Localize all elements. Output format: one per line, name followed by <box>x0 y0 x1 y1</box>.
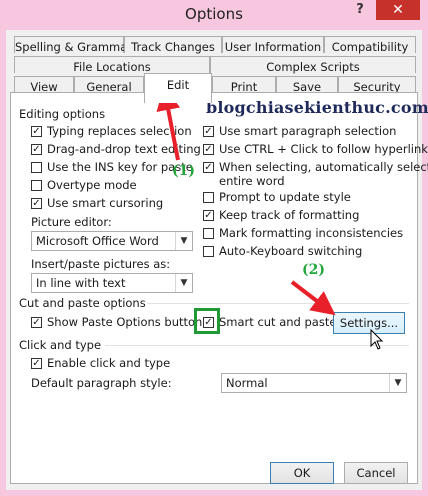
mouse-cursor-icon <box>370 328 384 350</box>
dialog-window: Options ? ✕ Spelling & Grammar Track Cha… <box>0 0 428 496</box>
tab-edit[interactable]: Edit <box>144 73 212 103</box>
annotation-arrows <box>156 86 384 350</box>
arrow-step1-icon <box>156 86 181 161</box>
arrow-step2-icon <box>290 280 336 316</box>
